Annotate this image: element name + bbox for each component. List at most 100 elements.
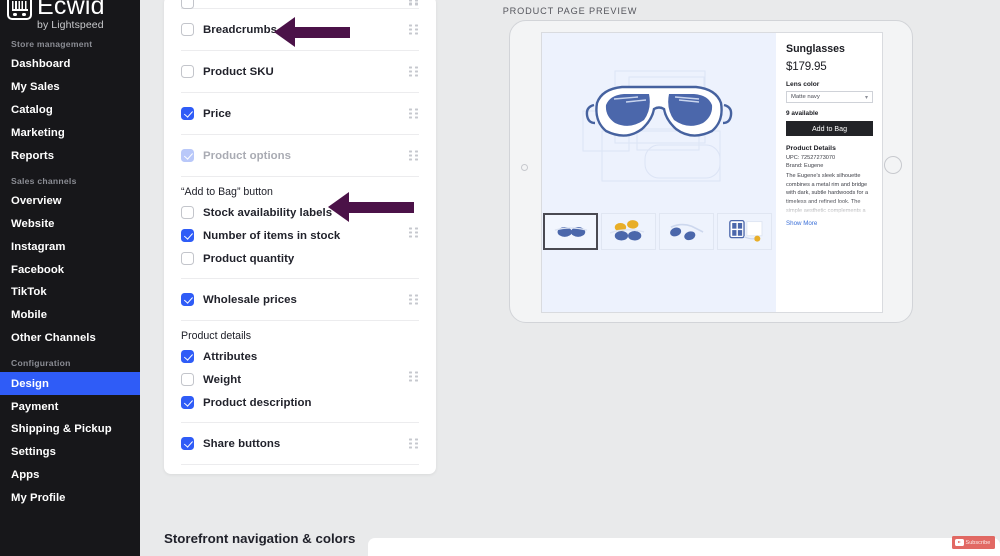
sidebar-item-marketing[interactable]: Marketing [0, 121, 140, 144]
nav-group-label: Sales channels [11, 175, 77, 186]
option-row-product-description[interactable]: Product description [181, 391, 419, 414]
thumbnail-angled-view[interactable] [659, 213, 714, 250]
brand-text: Ecwid by Lightspeed [37, 0, 105, 30]
lens-color-value: Matte navy [791, 94, 820, 100]
lens-color-select[interactable]: Matte navy ▾ [786, 91, 873, 103]
drag-handle[interactable] [409, 108, 420, 119]
drag-handle[interactable] [409, 227, 420, 238]
option-row-product-sku[interactable]: Product SKU [164, 51, 436, 92]
sidebar-item-my-sales[interactable]: My Sales [0, 76, 140, 99]
sidebar-item-instagram[interactable]: Instagram [0, 235, 140, 258]
checkbox-weight[interactable] [181, 373, 194, 386]
sidebar-item-dashboard[interactable]: Dashboard [0, 53, 140, 76]
group-title: “Add to Bag” button [181, 186, 273, 198]
app-root: Ecwid by Lightspeed Store management Das… [0, 0, 1000, 556]
checkbox-product-quantity[interactable] [181, 252, 194, 265]
checkbox-price[interactable] [181, 107, 194, 120]
option-label: Price [203, 107, 232, 120]
camera-dot-icon [521, 164, 528, 171]
add-to-bag-button[interactable]: Add to Bag [786, 121, 873, 136]
tablet-preview-frame: Sunglasses $179.95 Lens color Matte navy… [509, 20, 913, 323]
youtube-play-icon [954, 539, 964, 546]
lens-color-label: Lens color [786, 81, 820, 88]
sidebar-item-other-channels[interactable]: Other Channels [0, 327, 140, 350]
option-label: Product quantity [203, 252, 295, 265]
youtube-subscribe-button[interactable]: Subscribe [952, 536, 995, 549]
availability-label: 9 available [786, 110, 819, 117]
checkbox-number-of-items-in-stock[interactable] [181, 229, 194, 242]
main-canvas: Breadcrumbs Product SKU Price Product op… [140, 0, 1000, 556]
option-label: Stock availability labels [203, 206, 333, 219]
sidebar-item-overview[interactable]: Overview [0, 190, 140, 213]
sidebar-item-shipping-pickup[interactable]: Shipping & Pickup [0, 418, 140, 441]
drag-handle[interactable] [409, 438, 420, 449]
sidebar-item-design[interactable]: Design [0, 372, 140, 396]
thumbnail-front-view[interactable] [543, 213, 598, 250]
nav-group-store-management: Store management Dashboard My Sales Cata… [0, 39, 140, 167]
option-label: Product options [203, 149, 292, 162]
option-row-share-buttons[interactable]: Share buttons [164, 423, 436, 464]
option-row-number-of-items-in-stock[interactable]: Number of items in stock [181, 224, 419, 247]
product-brand: Brand: Eugene [786, 163, 824, 169]
option-label: Wholesale prices [203, 293, 297, 306]
drag-handle[interactable] [409, 371, 420, 382]
option-row-attributes[interactable]: Attributes [181, 345, 419, 368]
option-row-weight[interactable]: Weight [181, 368, 419, 391]
sidebar: Ecwid by Lightspeed Store management Das… [0, 0, 140, 556]
option-label: Weight [203, 373, 242, 386]
sidebar-item-payment[interactable]: Payment [0, 395, 140, 418]
option-row-price[interactable]: Price [164, 93, 436, 134]
drag-handle[interactable] [409, 294, 420, 305]
nav-group-label: Store management [11, 39, 93, 49]
checkbox-breadcrumbs[interactable] [181, 23, 194, 36]
preview-header-label: PRODUCT PAGE PREVIEW [502, 6, 638, 16]
option-row-product-quantity[interactable]: Product quantity [181, 247, 419, 270]
divider [181, 464, 419, 465]
storefront-preview-screen: Sunglasses $179.95 Lens color Matte navy… [541, 32, 883, 313]
product-hero-image[interactable] [542, 33, 776, 207]
product-upc: UPC: 72527273070 [786, 154, 836, 161]
checkbox-share-buttons[interactable] [181, 437, 194, 450]
sidebar-item-catalog[interactable]: Catalog [0, 99, 140, 122]
product-description-text: The Eugene's sleek silhouette combines a… [786, 173, 869, 214]
drag-handle[interactable] [409, 0, 420, 6]
product-price: $179.95 [786, 60, 827, 73]
option-label: Share buttons [203, 437, 281, 450]
option-group-product-details: Product details Attributes Weight Produc… [164, 321, 436, 422]
brand-logo[interactable]: Ecwid by Lightspeed [0, 0, 140, 30]
brand-name: Ecwid [37, 0, 105, 20]
option-row-wholesale-prices[interactable]: Wholesale prices [164, 279, 436, 320]
sidebar-item-tiktok[interactable]: TikTok [0, 281, 140, 304]
checkbox-stock-availability-labels[interactable] [181, 206, 194, 219]
shopping-cart-icon [7, 0, 32, 20]
storefront-section-title: Storefront navigation & colors [164, 531, 356, 546]
product-title: Sunglasses [786, 43, 845, 55]
sidebar-item-settings[interactable]: Settings [0, 441, 140, 464]
nav-group-sales-channels: Sales channels Overview Website Instagra… [0, 176, 140, 349]
product-thumbnail-strip [542, 213, 772, 250]
sidebar-item-apps[interactable]: Apps [0, 464, 140, 487]
nav-group-label: Configuration [11, 358, 71, 369]
option-row-product-options: Product options [164, 135, 436, 176]
option-group-add-to-bag: “Add to Bag” button Stock availability l… [164, 177, 436, 278]
product-details-pane: Sunglasses $179.95 Lens color Matte navy… [776, 33, 882, 312]
drag-handle[interactable] [409, 24, 420, 35]
sidebar-item-facebook[interactable]: Facebook [0, 258, 140, 281]
thumbnail-case-view[interactable] [717, 213, 772, 250]
option-label: Product SKU [203, 65, 274, 78]
storefront-section-card [368, 538, 1000, 556]
sidebar-item-website[interactable]: Website [0, 213, 140, 236]
thumbnail-pair-stack-view[interactable] [601, 213, 656, 250]
checkbox-wholesale-prices[interactable] [181, 293, 194, 306]
checkbox-product-options [181, 149, 194, 162]
show-more-link[interactable]: Show More [786, 220, 873, 227]
option-label: Product description [203, 396, 312, 409]
checkbox-attributes[interactable] [181, 350, 194, 363]
drag-handle[interactable] [409, 150, 420, 161]
drag-handle[interactable] [409, 66, 420, 77]
checkbox-product-sku[interactable] [181, 65, 194, 78]
sidebar-item-mobile[interactable]: Mobile [0, 304, 140, 327]
sidebar-item-reports[interactable]: Reports [0, 144, 140, 167]
checkbox-product-description[interactable] [181, 396, 194, 409]
sidebar-item-my-profile[interactable]: My Profile [0, 486, 140, 509]
